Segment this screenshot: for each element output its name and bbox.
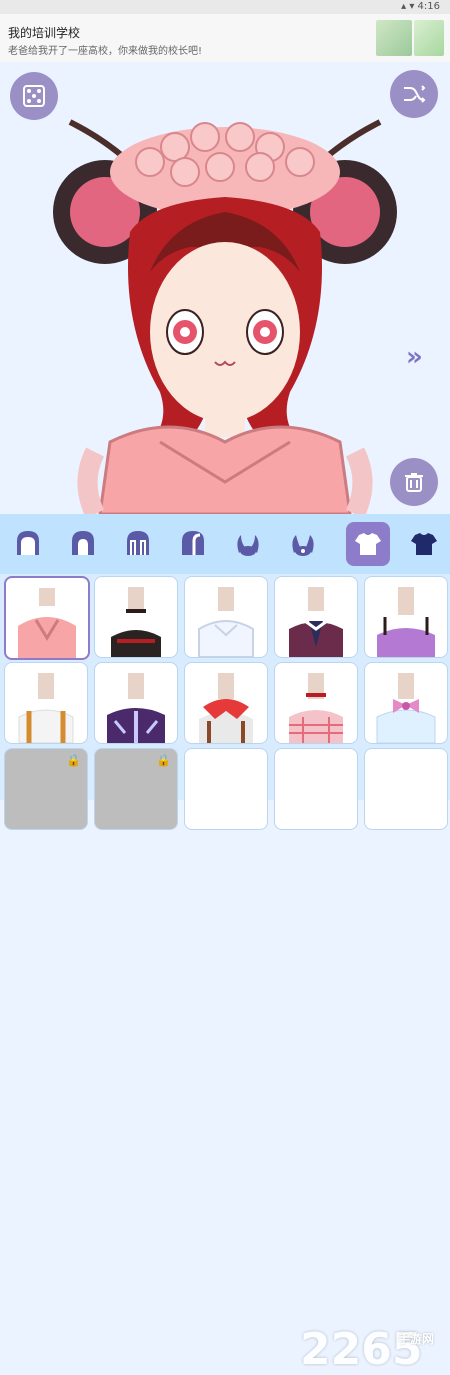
- outfit-item[interactable]: [94, 662, 178, 744]
- hair-back-icon-1: [17, 531, 39, 555]
- tab-tops[interactable]: [346, 522, 390, 566]
- outfit-item[interactable]: [4, 576, 90, 660]
- status-time: ▴ ▾ 4:16: [401, 1, 440, 12]
- outfit-item-locked[interactable]: 🔒: [94, 748, 178, 830]
- ad-banner[interactable]: 我的培训学校 老爸给我开了一座高校，你来做我的校长吧!: [0, 14, 450, 63]
- horns-icon: [237, 535, 259, 556]
- outfit-item[interactable]: [184, 662, 268, 744]
- randomize-button[interactable]: [10, 72, 58, 120]
- outfit-item-locked[interactable]: 🔒: [4, 748, 88, 830]
- ad-title: 我的培训学校: [8, 26, 81, 40]
- outfit-item[interactable]: [4, 662, 88, 744]
- outfit-item[interactable]: [274, 748, 358, 830]
- category-tabs: [0, 514, 450, 574]
- outfit-item[interactable]: [94, 576, 178, 658]
- shirt-dark-icon: [411, 533, 437, 555]
- overalls-icon: [18, 673, 74, 743]
- outfit-item[interactable]: [364, 662, 448, 744]
- ad-image-2[interactable]: [414, 20, 444, 56]
- crop-top-icon: [198, 587, 254, 657]
- choker-top-icon: [111, 587, 161, 657]
- avatar-canvas: »: [0, 62, 450, 514]
- outfit-item[interactable]: [274, 576, 358, 658]
- watermark-suffix: 手游网: [398, 1332, 435, 1346]
- avatar-illustration: [53, 119, 397, 514]
- tab-hair-back-4[interactable]: [171, 522, 215, 566]
- tab-hair-back-1[interactable]: [6, 522, 50, 566]
- lock-icon: 🔒: [156, 753, 171, 767]
- outfit-item[interactable]: [184, 576, 268, 658]
- lock-icon: 🔒: [66, 753, 81, 767]
- dark-coat-icon: [107, 673, 165, 743]
- ears-icon: [292, 535, 314, 556]
- outfit-item[interactable]: [184, 748, 268, 830]
- outfit-item[interactable]: [274, 662, 358, 744]
- ad-image[interactable]: [376, 20, 412, 56]
- tab-horns[interactable]: [226, 522, 270, 566]
- tab-hair-back-3[interactable]: [116, 522, 160, 566]
- plaid-top-icon: [289, 673, 343, 743]
- shuffle-icon: [404, 85, 426, 103]
- hair-back-icon-3: [127, 531, 149, 555]
- outfit-item[interactable]: [364, 576, 448, 658]
- shuffle-button[interactable]: [390, 70, 438, 118]
- red-bow-icon: [199, 673, 253, 743]
- shirt-icon: [355, 533, 381, 555]
- status-bar: ▴ ▾ 4:16: [0, 0, 450, 14]
- trash-icon: [405, 473, 423, 492]
- bow-blouse-icon: [376, 673, 436, 743]
- hair-back-icon-2: [72, 531, 94, 555]
- purple-top-icon: [377, 587, 435, 657]
- school-vest-icon: [289, 587, 343, 657]
- outfit-item[interactable]: [364, 748, 448, 830]
- tab-hair-back-2[interactable]: [61, 522, 105, 566]
- hair-back-icon-4: [182, 531, 204, 555]
- tab-tops-alt[interactable]: [402, 522, 446, 566]
- trash-button[interactable]: [390, 458, 438, 506]
- double-chevron-right-icon[interactable]: »: [406, 342, 423, 372]
- kimono-top-icon: [18, 588, 76, 658]
- outfit-grid: 🔒 🔒 2265 手游网: [0, 574, 450, 1375]
- dice-icon: [23, 85, 45, 107]
- ad-description: 老爸给我开了一座高校，你来做我的校长吧!: [8, 46, 203, 57]
- tab-ears[interactable]: [281, 522, 325, 566]
